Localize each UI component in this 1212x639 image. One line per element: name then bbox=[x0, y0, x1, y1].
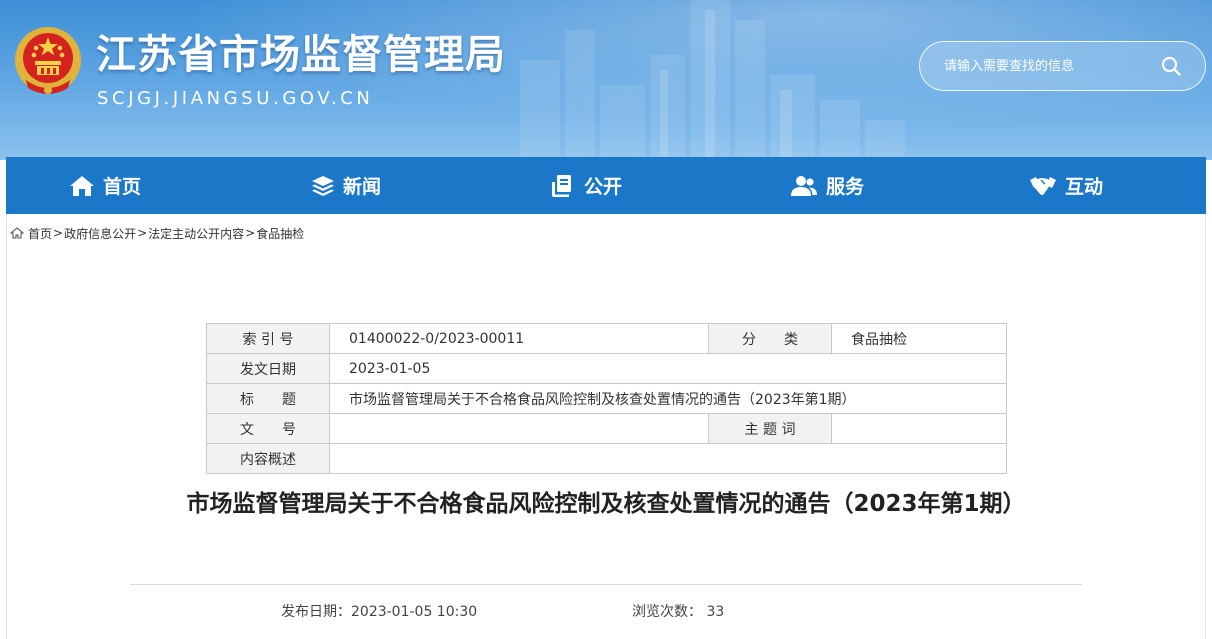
nav-item-label: 新闻 bbox=[343, 176, 382, 198]
breadcrumb-home[interactable]: 首页 bbox=[28, 225, 52, 242]
layers-icon bbox=[312, 175, 334, 196]
category-value: 食品抽检 bbox=[831, 323, 1007, 354]
nav-item-news[interactable]: 新闻 bbox=[311, 157, 381, 214]
docno-label: 文 号 bbox=[206, 413, 330, 444]
view-count: 浏览次数： 33 bbox=[632, 601, 724, 621]
publish-date-label: 发布日期： bbox=[281, 604, 351, 620]
index-value: 01400022-0/2023-00011 bbox=[329, 323, 709, 354]
site-header: 江苏省市场监督管理局 SCJGJ.JIANGSU.GOV.CN bbox=[0, 0, 1212, 160]
date-label: 发文日期 bbox=[206, 353, 330, 384]
documents-icon bbox=[552, 174, 571, 197]
home-icon bbox=[10, 227, 24, 239]
summary-value bbox=[329, 443, 1007, 474]
breadcrumb-separator: > bbox=[53, 226, 64, 240]
title-value: 市场监督管理局关于不合格食品风险控制及核查处置情况的通告（2023年第1期） bbox=[329, 383, 1007, 414]
title-label: 标 题 bbox=[206, 383, 330, 414]
table-row: 索 引 号 01400022-0/2023-00011 分 类 食品抽检 bbox=[206, 323, 1007, 354]
nav-item-open[interactable]: 公开 bbox=[550, 157, 622, 214]
nav-item-label: 互动 bbox=[1065, 176, 1104, 198]
breadcrumb: 首页 > 政府信息公开 > 法定主动公开内容 > 食品抽检 bbox=[10, 225, 304, 241]
view-count-value: 33 bbox=[706, 604, 725, 620]
publish-date: 发布日期：2023-01-05 10:30 bbox=[281, 601, 477, 621]
breadcrumb-separator: > bbox=[137, 226, 148, 240]
nav-item-label: 公开 bbox=[584, 176, 623, 198]
breadcrumb-separator: > bbox=[245, 226, 256, 240]
table-row: 内容概述 bbox=[206, 443, 1007, 474]
nav-item-label: 服务 bbox=[826, 176, 865, 198]
article-title: 市场监督管理局关于不合格食品风险控制及核查处置情况的通告（2023年第1期） bbox=[186, 491, 1026, 517]
people-icon bbox=[791, 175, 817, 196]
keywords-value bbox=[831, 413, 1007, 444]
search-icon[interactable] bbox=[1160, 55, 1182, 77]
breadcrumb-public-content[interactable]: 法定主动公开内容 bbox=[148, 225, 244, 242]
table-row: 发文日期 2023-01-05 bbox=[206, 353, 1007, 384]
date-value: 2023-01-05 bbox=[329, 353, 1007, 384]
nav-item-label: 首页 bbox=[103, 176, 142, 198]
breadcrumb-gov-info[interactable]: 政府信息公开 bbox=[64, 225, 136, 242]
docno-value bbox=[329, 413, 709, 444]
breadcrumb-food-inspection[interactable]: 食品抽检 bbox=[256, 225, 304, 242]
national-emblem-icon bbox=[15, 27, 81, 94]
document-meta-table: 索 引 号 01400022-0/2023-00011 分 类 食品抽检 发文日… bbox=[206, 323, 1007, 474]
view-count-label: 浏览次数： bbox=[632, 604, 702, 620]
main-nav: 首页 新闻 公开 服务 互动 bbox=[6, 157, 1206, 214]
index-label: 索 引 号 bbox=[206, 323, 330, 354]
search-input[interactable] bbox=[944, 54, 1154, 78]
table-row: 标 题 市场监督管理局关于不合格食品风险控制及核查处置情况的通告（2023年第1… bbox=[206, 383, 1007, 414]
home-icon bbox=[70, 175, 94, 196]
category-label: 分 类 bbox=[708, 323, 832, 354]
table-row: 文 号 主 题 词 bbox=[206, 413, 1007, 444]
site-domain: SCJGJ.JIANGSU.GOV.CN bbox=[97, 88, 374, 109]
search-box bbox=[919, 41, 1206, 91]
publish-date-value: 2023-01-05 10:30 bbox=[351, 604, 478, 620]
summary-label: 内容概述 bbox=[206, 443, 330, 474]
divider bbox=[130, 584, 1082, 585]
nav-item-interact[interactable]: 互动 bbox=[1029, 157, 1103, 214]
nav-item-home[interactable]: 首页 bbox=[69, 157, 141, 214]
keywords-label: 主 题 词 bbox=[708, 413, 832, 444]
site-title: 江苏省市场监督管理局 bbox=[96, 32, 506, 78]
handshake-icon bbox=[1030, 176, 1056, 195]
nav-item-service[interactable]: 服务 bbox=[790, 157, 864, 214]
